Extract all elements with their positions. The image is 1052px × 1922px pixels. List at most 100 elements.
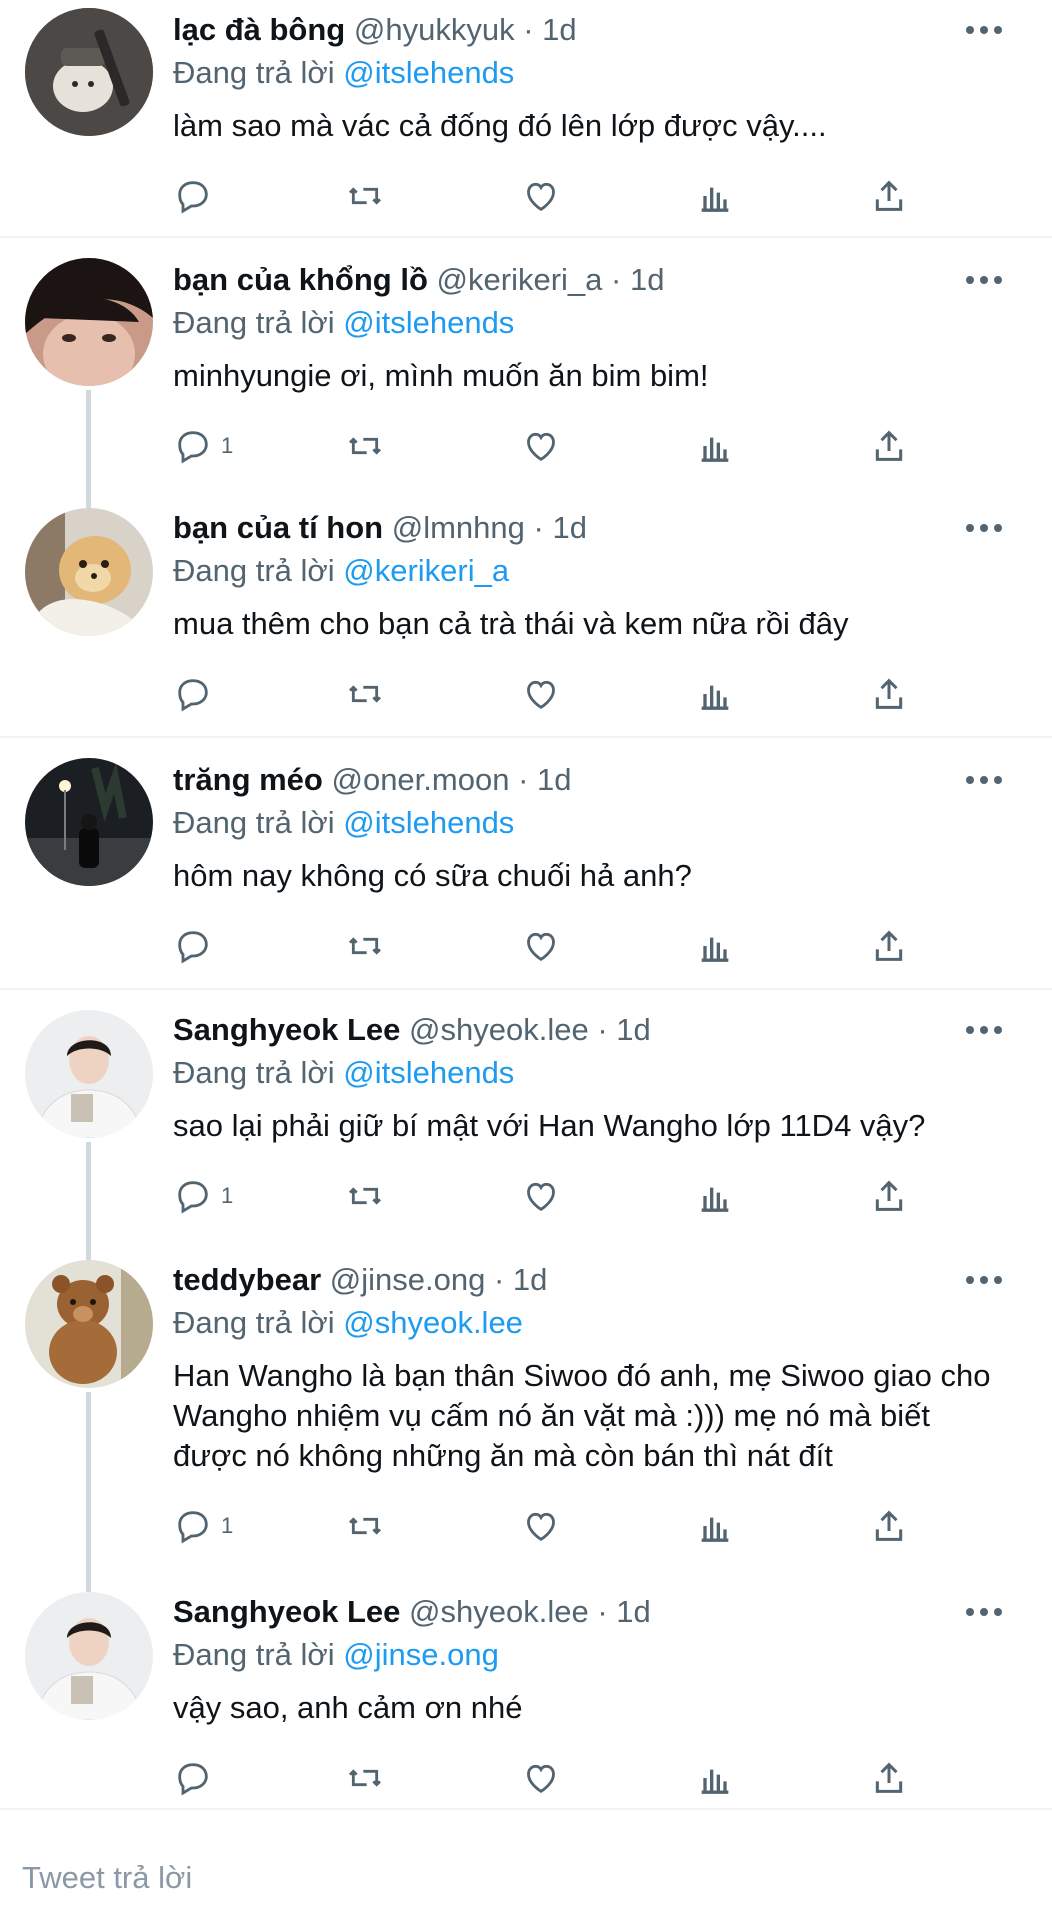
avatar-image — [25, 508, 153, 636]
heart-icon — [527, 932, 555, 961]
like-button[interactable] — [521, 174, 561, 218]
avatar[interactable] — [25, 1592, 153, 1720]
avatar[interactable] — [25, 258, 153, 386]
display-name[interactable]: trăng méo — [173, 762, 323, 797]
reply-button[interactable] — [173, 672, 221, 716]
retweet-button[interactable] — [345, 924, 385, 968]
timestamp[interactable]: 1d — [513, 1262, 547, 1297]
share-button[interactable] — [869, 1174, 909, 1218]
share-button[interactable] — [869, 174, 909, 218]
user-handle[interactable]: @jinse.ong — [330, 1262, 486, 1297]
user-handle[interactable]: @oner.moon — [331, 762, 509, 797]
like-button[interactable] — [521, 672, 561, 716]
display-name[interactable]: Sanghyeok Lee — [173, 1012, 400, 1047]
share-icon — [875, 1510, 903, 1541]
mention-link[interactable]: @kerikeri_a — [343, 553, 509, 588]
reply-icon — [178, 1511, 208, 1544]
retweet-button[interactable] — [345, 424, 385, 468]
reply-button[interactable]: 1 — [173, 1174, 233, 1218]
reply-button[interactable] — [173, 174, 221, 218]
tweet-text: Han Wangho là bạn thân Siwoo đó anh, mẹ … — [173, 1358, 991, 1473]
tweet[interactable]: bạn của khổng lồ @kerikeri_a · 1d Đang t… — [0, 238, 1052, 488]
views-button[interactable] — [695, 924, 735, 968]
reply-button[interactable]: 1 — [173, 424, 233, 468]
mention-link[interactable]: @shyeok.lee — [343, 1305, 523, 1340]
user-handle[interactable]: @kerikeri_a — [437, 262, 603, 297]
reply-input[interactable]: Tweet trả lời — [22, 1860, 192, 1896]
views-button[interactable] — [695, 1174, 735, 1218]
reply-count: 1 — [221, 433, 234, 458]
display-name[interactable]: bạn của khổng lồ — [173, 262, 428, 297]
mention-link[interactable]: @itslehends — [343, 1055, 514, 1090]
user-handle[interactable]: @lmnhng — [392, 510, 525, 545]
retweet-icon — [348, 1769, 382, 1787]
views-button[interactable] — [695, 1504, 735, 1548]
tweet[interactable]: Sanghyeok Lee @shyeok.lee · 1d Đang trả … — [0, 1568, 1052, 1806]
more-dots-icon[interactable] — [966, 276, 1002, 286]
share-button[interactable] — [869, 424, 909, 468]
retweet-button[interactable] — [345, 174, 385, 218]
avatar-image — [25, 758, 153, 886]
timestamp[interactable]: 1d — [630, 262, 664, 297]
display-name[interactable]: Sanghyeok Lee — [173, 1594, 400, 1629]
share-button[interactable] — [869, 1756, 909, 1800]
retweet-button[interactable] — [345, 672, 385, 716]
more-dots-icon[interactable] — [966, 1276, 1002, 1286]
more-dots-icon[interactable] — [966, 1608, 1002, 1618]
more-dots-icon[interactable] — [966, 524, 1002, 534]
more-dots-icon[interactable] — [966, 1026, 1002, 1036]
display-name[interactable]: lạc đà bông — [173, 12, 345, 47]
views-button[interactable] — [695, 672, 735, 716]
reply-button[interactable] — [173, 924, 221, 968]
avatar[interactable] — [25, 1260, 153, 1388]
more-dots-icon[interactable] — [966, 26, 1002, 36]
mention-link[interactable]: @itslehends — [343, 55, 514, 90]
retweet-button[interactable] — [345, 1174, 385, 1218]
avatar[interactable] — [25, 1010, 153, 1138]
tweet[interactable]: lạc đà bông @hyukkyuk · 1d Đang trả lời … — [0, 0, 1052, 236]
tweet[interactable]: Sanghyeok Lee @shyeok.lee · 1d Đang trả … — [0, 990, 1052, 1238]
tweet[interactable]: trăng méo @oner.moon · 1d Đang trả lời @… — [0, 738, 1052, 988]
timestamp[interactable]: 1d — [616, 1594, 650, 1629]
avatar[interactable] — [25, 8, 153, 136]
retweet-button[interactable] — [345, 1756, 385, 1800]
user-handle[interactable]: @shyeok.lee — [409, 1594, 589, 1629]
reply-button[interactable]: 1 — [173, 1504, 233, 1548]
tweet[interactable]: bạn của tí hon @lmnhng · 1d Đang trả lời… — [0, 488, 1052, 736]
like-button[interactable] — [521, 1504, 561, 1548]
like-button[interactable] — [521, 924, 561, 968]
user-handle[interactable]: @shyeok.lee — [409, 1012, 589, 1047]
mention-link[interactable]: @itslehends — [343, 305, 514, 340]
timestamp[interactable]: 1d — [542, 12, 576, 47]
timestamp[interactable]: 1d — [537, 762, 571, 797]
share-button[interactable] — [869, 924, 909, 968]
reply-count: 1 — [221, 1513, 234, 1538]
mention-link[interactable]: @itslehends — [343, 805, 514, 840]
heart-icon — [527, 1764, 555, 1793]
more-dots-icon[interactable] — [966, 776, 1002, 786]
replying-to-label: Đang trả lời — [173, 305, 335, 340]
display-name[interactable]: bạn của tí hon — [173, 510, 383, 545]
share-button[interactable] — [869, 672, 909, 716]
user-handle[interactable]: @hyukkyuk — [354, 12, 515, 47]
avatar[interactable] — [25, 758, 153, 886]
timestamp[interactable]: 1d — [552, 510, 586, 545]
tweet[interactable]: teddybear @jinse.ong · 1d Đang trả lời @… — [0, 1238, 1052, 1568]
reply-button[interactable] — [173, 1756, 221, 1800]
views-button[interactable] — [695, 1756, 735, 1800]
share-button[interactable] — [869, 1504, 909, 1548]
views-button[interactable] — [695, 424, 735, 468]
retweet-icon — [348, 1187, 382, 1205]
retweet-button[interactable] — [345, 1504, 385, 1548]
tweet-text: vậy sao, anh cảm ơn nhé — [173, 1690, 523, 1725]
mention-link[interactable]: @jinse.ong — [343, 1637, 499, 1672]
reply-composer[interactable]: Tweet trả lời — [0, 1808, 1052, 1922]
display-name[interactable]: teddybear — [173, 1262, 321, 1297]
like-button[interactable] — [521, 1174, 561, 1218]
views-button[interactable] — [695, 174, 735, 218]
reply-icon — [178, 679, 208, 712]
like-button[interactable] — [521, 1756, 561, 1800]
like-button[interactable] — [521, 424, 561, 468]
timestamp[interactable]: 1d — [616, 1012, 650, 1047]
avatar[interactable] — [25, 508, 153, 636]
